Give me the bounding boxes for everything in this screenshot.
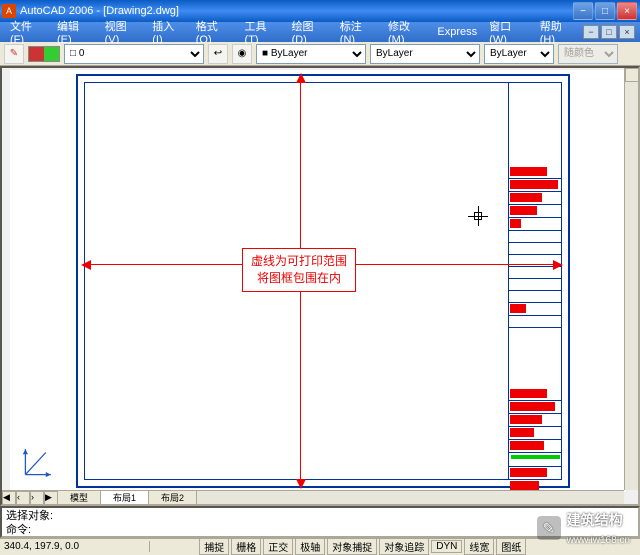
status-lwt[interactable]: 线宽 [464,538,494,555]
drawing-canvas[interactable]: 虚线为可打印范围 将图框包围在内 [10,70,626,492]
command-history: 选择对象: [6,509,634,523]
make-current-button[interactable]: ◉ [232,44,252,64]
status-ortho[interactable]: 正交 [263,538,293,555]
close-button[interactable]: × [617,2,637,20]
mdi-close-button[interactable]: × [619,25,635,39]
linetype-select[interactable]: ByLayer [370,44,480,64]
tab-scroll-prev[interactable]: ‹ [16,491,30,505]
layer-select[interactable]: □ 0 [64,44,204,64]
drawing-area[interactable]: 虚线为可打印范围 将图框包围在内 ◀ ‹ › ▶ 模型 布局1 布局2 [0,66,640,506]
tab-scroll-first[interactable]: ◀ [2,491,16,505]
tab-scroll-next[interactable]: › [30,491,44,505]
tab-layout2[interactable]: 布局2 [149,491,197,504]
plotstyle-select[interactable]: 随颜色 [558,44,618,64]
status-snap[interactable]: 捕捉 [199,538,229,555]
menu-modify[interactable]: 修改(M) [382,18,431,46]
scroll-up-button[interactable] [625,68,639,82]
color-select[interactable]: ■ ByLayer [256,44,366,64]
layer-color-swatch[interactable] [28,46,60,62]
layer-previous-button[interactable]: ↩ [208,44,228,64]
menu-view[interactable]: 视图(V) [99,18,147,46]
mdi-restore-button[interactable]: □ [601,25,617,39]
window-title: AutoCAD 2006 - [Drawing2.dwg] [20,5,572,17]
status-paper[interactable]: 图纸 [496,538,526,555]
layer-props-button[interactable]: ✎ [4,44,24,64]
menu-insert[interactable]: 插入(I) [146,18,189,46]
status-polar[interactable]: 极轴 [295,538,325,555]
status-osnap[interactable]: 对象捕捉 [327,538,377,555]
menu-format[interactable]: 格式(O) [190,18,239,46]
menu-draw[interactable]: 绘图(D) [286,18,334,46]
status-bar: 340.4, 197.9, 0.0 捕捉 栅格 正交 极轴 对象捕捉 对象追踪 … [0,538,640,554]
menu-help[interactable]: 帮助(H) [534,18,582,46]
tab-scroll-last[interactable]: ▶ [44,491,58,505]
vertical-scrollbar[interactable] [624,68,638,490]
ucs-icon [22,444,56,478]
menu-window[interactable]: 窗口(W) [483,18,534,46]
menu-edit[interactable]: 编辑(E) [51,18,99,46]
mdi-minimize-button[interactable]: − [583,25,599,39]
command-line[interactable]: 选择对象: 命令: [0,506,640,538]
lineweight-select[interactable]: ByLayer [484,44,554,64]
menu-dimension[interactable]: 标注(N) [334,18,382,46]
menu-bar: 文件(F) 编辑(E) 视图(V) 插入(I) 格式(O) 工具(T) 绘图(D… [0,22,640,42]
app-icon: A [2,4,16,18]
annotation-note: 虚线为可打印范围 将图框包围在内 [242,248,356,292]
menu-express[interactable]: Express [431,26,483,38]
note-line2: 将图框包围在内 [251,270,347,287]
menu-tools[interactable]: 工具(T) [239,18,286,46]
note-line1: 虚线为可打印范围 [251,253,347,270]
cursor-crosshair [468,206,488,226]
status-dyn[interactable]: DYN [431,540,462,553]
command-prompt: 命令: [6,523,634,537]
menu-file[interactable]: 文件(F) [4,18,51,46]
status-grid[interactable]: 栅格 [231,538,261,555]
maximize-button[interactable]: □ [595,2,615,20]
coordinates-display[interactable]: 340.4, 197.9, 0.0 [0,541,150,552]
title-block [508,82,562,480]
status-otrack[interactable]: 对象追踪 [379,538,429,555]
properties-toolbar: ✎ □ 0 ↩ ◉ ■ ByLayer ByLayer ByLayer 随颜色 [0,42,640,66]
model-layout-tabs: ◀ ‹ › ▶ 模型 布局1 布局2 [2,490,624,504]
tab-model[interactable]: 模型 [58,491,101,504]
tab-layout1[interactable]: 布局1 [101,491,149,504]
